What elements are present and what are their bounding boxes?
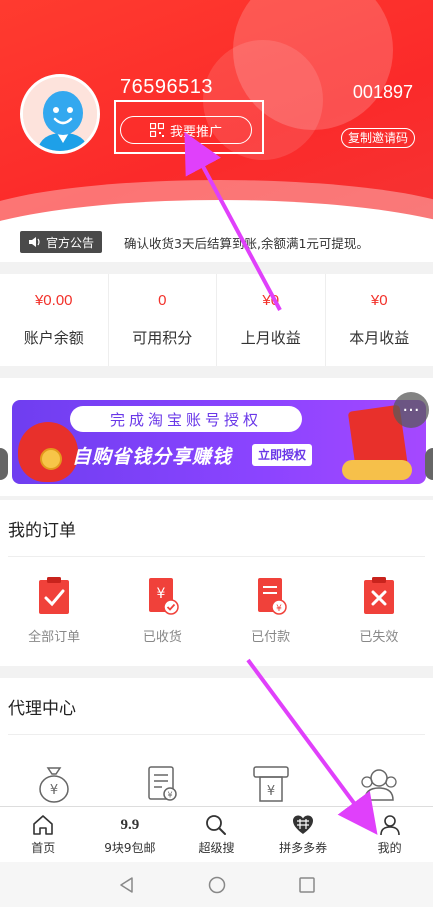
invite-code: 001897 xyxy=(352,82,413,102)
search-icon xyxy=(206,815,227,835)
svg-text:¥: ¥ xyxy=(168,791,173,800)
svg-text:¥: ¥ xyxy=(266,784,274,799)
announcement-tag: 官方公告 xyxy=(20,231,103,253)
agent-center-section: 代理中心 ¥ ¥ ¥ xyxy=(0,678,433,808)
coins-icon xyxy=(342,460,412,480)
authorize-button[interactable]: 立即授权 xyxy=(252,444,313,466)
team-icon xyxy=(361,769,397,801)
paid-icon: ¥ xyxy=(257,578,287,615)
announcement-text[interactable]: 确认收货3天后结算到账,余额满1元可提现。 xyxy=(124,233,369,252)
section-title: 我的订单 xyxy=(8,521,76,541)
avatar[interactable] xyxy=(20,74,100,154)
earnings-stats: ¥0.00 账户余额 0 可用积分 ¥0 上月收益 ¥0 本月收益 xyxy=(0,274,433,366)
carousel-prev-handle[interactable] xyxy=(0,448,8,480)
section-title: 代理中心 xyxy=(8,699,76,719)
expired-icon xyxy=(363,577,394,614)
tab-pdd-coupons[interactable]: 拼多多券 xyxy=(260,807,347,862)
received-icon: ¥ xyxy=(149,578,180,615)
atm-icon: ¥ xyxy=(252,766,289,802)
pdd-icon xyxy=(293,815,314,834)
stat-label: 账户余额 xyxy=(23,329,84,347)
stat-balance[interactable]: ¥0.00 账户余额 xyxy=(0,274,109,366)
qr-code-icon xyxy=(149,123,164,137)
home-circle-icon[interactable] xyxy=(208,876,226,894)
back-icon[interactable] xyxy=(118,876,136,894)
coin-icon xyxy=(40,448,62,470)
copy-invite-code-button[interactable]: 复制邀请码 xyxy=(340,128,415,148)
agent-item-withdraw[interactable]: ¥ xyxy=(217,764,325,804)
stat-this-month[interactable]: ¥0 本月收益 xyxy=(326,274,433,366)
username: 76596513 xyxy=(120,76,213,98)
order-expired[interactable]: 已失效 xyxy=(325,576,433,645)
svg-text:¥: ¥ xyxy=(157,586,166,602)
divider xyxy=(8,556,425,557)
bottom-tab-bar: 首页 9.9 9块9包邮 超级搜 拼多多券 我的 xyxy=(0,806,433,862)
announcement-bar: 官方公告 确认收货3天后结算到账,余额满1元可提现。 xyxy=(0,222,433,262)
stat-label: 本月收益 xyxy=(349,329,410,347)
stat-value: ¥0 xyxy=(370,292,388,309)
tab-label: 9块9包邮 xyxy=(104,841,156,855)
more-options-button[interactable]: ··· xyxy=(393,392,429,428)
agent-item-earnings[interactable]: ¥ xyxy=(0,764,108,804)
tab-super-search[interactable]: 超级搜 xyxy=(173,807,260,862)
order-label: 已失效 xyxy=(359,630,399,645)
tab-label: 超级搜 xyxy=(198,841,235,855)
tab-profile[interactable]: 我的 xyxy=(346,807,433,862)
tab-label: 首页 xyxy=(31,841,56,855)
svg-text:¥: ¥ xyxy=(50,783,58,798)
order-label: 已收货 xyxy=(142,630,182,645)
order-label: 全部订单 xyxy=(28,630,81,645)
banner-pill: 完成淘宝账号授权 xyxy=(70,406,302,432)
clipboard-check-icon xyxy=(39,577,70,614)
order-label: 已付款 xyxy=(251,630,291,645)
speaker-icon xyxy=(29,237,40,247)
recent-apps-icon[interactable] xyxy=(298,876,316,894)
divider xyxy=(8,734,425,735)
stat-label: 可用积分 xyxy=(132,329,193,347)
stat-label: 上月收益 xyxy=(240,329,301,347)
nine-nine-icon: 9.9 xyxy=(120,816,140,833)
banner-slogan: 自购省钱分享赚钱 xyxy=(72,446,233,468)
agent-item-team[interactable] xyxy=(325,764,433,804)
svg-text:¥: ¥ xyxy=(276,604,282,614)
money-bag-icon: ¥ xyxy=(39,767,69,803)
stat-value: ¥0 xyxy=(262,292,280,309)
banner-area: 完成淘宝账号授权 自购省钱分享赚钱 立即授权 ··· xyxy=(0,378,433,496)
announcement-tag-label: 官方公告 xyxy=(46,235,95,250)
order-paid[interactable]: ¥ 已付款 xyxy=(217,576,325,645)
tab-home[interactable]: 首页 xyxy=(0,807,87,862)
order-received[interactable]: ¥ 已收货 xyxy=(108,576,216,645)
home-icon xyxy=(33,815,54,835)
tab-label: 我的 xyxy=(377,841,402,855)
my-orders-section: 我的订单 全部订单 ¥ 已收货 ¥ 已付款 已失效 xyxy=(0,500,433,666)
order-all[interactable]: 全部订单 xyxy=(0,576,108,645)
stat-last-month[interactable]: ¥0 上月收益 xyxy=(217,274,326,366)
system-navigation-bar xyxy=(0,862,433,907)
tab-label: 拼多多券 xyxy=(279,841,328,855)
promote-label: 我要推广 xyxy=(169,124,222,140)
stat-value: 0 xyxy=(158,292,167,309)
stat-points[interactable]: 0 可用积分 xyxy=(109,274,217,366)
bill-icon: ¥ xyxy=(148,766,178,801)
agent-item-bills[interactable]: ¥ xyxy=(108,764,216,804)
carousel-next-handle[interactable] xyxy=(425,448,433,480)
stat-value: ¥0.00 xyxy=(34,292,73,309)
profile-icon xyxy=(379,815,400,836)
taobao-auth-banner[interactable]: 完成淘宝账号授权 自购省钱分享赚钱 立即授权 xyxy=(12,400,426,484)
promote-button[interactable]: 我要推广 xyxy=(120,116,252,144)
tab-nine-nine[interactable]: 9.9 9块9包邮 xyxy=(87,807,174,862)
